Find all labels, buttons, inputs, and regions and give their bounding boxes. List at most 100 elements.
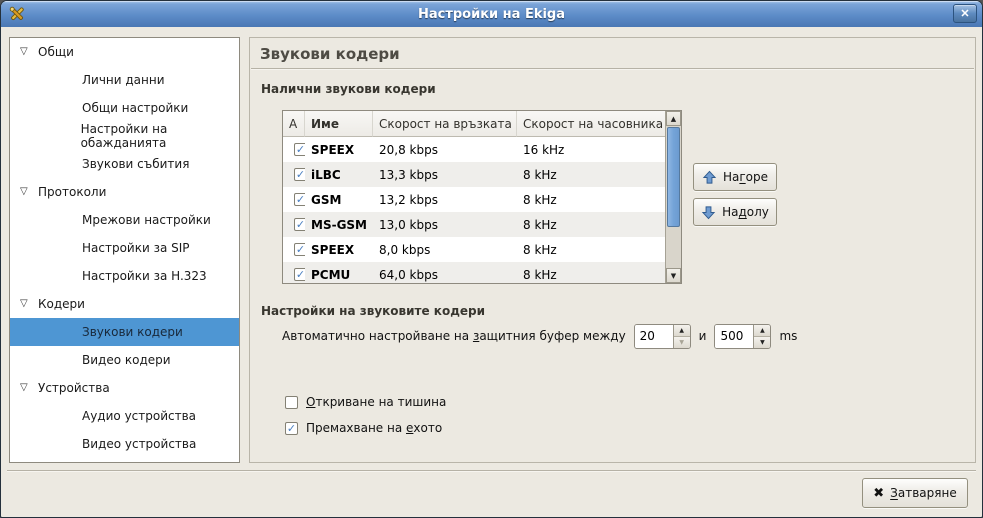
jitter-unit-label: ms [779, 329, 797, 343]
silence-detection-checkbox[interactable] [285, 396, 298, 409]
sidebar-item[interactable]: Звукови кодери [10, 318, 239, 346]
sidebar-item[interactable]: Видео кодери [10, 346, 239, 374]
table-scrollbar[interactable]: ▲ ▼ [665, 111, 681, 283]
codec-enabled-checkbox[interactable] [294, 218, 305, 231]
jitter-buffer-row: Автоматично настройване на защитния буфе… [282, 323, 797, 349]
sidebar-item-label: Общи [38, 45, 74, 59]
move-down-label: Надолу [722, 205, 769, 219]
sidebar-item-label: Кодери [38, 297, 85, 311]
move-up-label: Нагоре [723, 170, 768, 184]
sidebar-item[interactable]: ▽ Общи [10, 38, 239, 66]
column-header-clock[interactable]: Скорост на часовника [517, 111, 665, 137]
preferences-window: Настройки на Ekiga ✕ ▽ Общи Лични данни … [0, 0, 983, 518]
up-arrow-icon [702, 170, 717, 185]
echo-cancellation-checkbox-row[interactable]: Премахване на ехото [285, 421, 442, 435]
codec-table-row[interactable]: MS-GSM 13,0 kbps 8 kHz [283, 212, 681, 237]
close-x-icon: ✖ [873, 486, 884, 501]
codec-clock-rate: 16 kHz [517, 143, 665, 157]
move-down-button[interactable]: Надолу [693, 198, 777, 226]
expander-triangle-icon[interactable]: ▽ [20, 187, 34, 197]
column-header-name[interactable]: Име [305, 111, 373, 137]
codec-name: SPEEX [305, 243, 373, 257]
codec-clock-rate: 8 kHz [517, 243, 665, 257]
sidebar-item-label: Устройства [38, 381, 110, 395]
codec-name: iLBC [305, 168, 373, 182]
codec-table-row[interactable]: iLBC 13,3 kbps 8 kHz [283, 162, 681, 187]
expander-triangle-icon[interactable]: ▽ [20, 47, 34, 57]
silence-detection-label: Откриване на тишина [306, 395, 446, 409]
sidebar-item-label: Аудио устройства [82, 409, 196, 423]
close-button[interactable]: ✖ Затваряне [862, 478, 968, 508]
sidebar-item[interactable]: ▽ Кодери [10, 290, 239, 318]
echo-cancellation-checkbox[interactable] [285, 422, 298, 435]
sidebar-item[interactable]: Звукови събития [10, 150, 239, 178]
codec-bitrate: 13,3 kbps [373, 168, 517, 182]
jitter-min-input[interactable] [635, 325, 673, 348]
codec-enabled-checkbox[interactable] [294, 268, 305, 281]
jitter-max-up-icon[interactable]: ▲ [754, 325, 770, 337]
page-title: Звукови кодери [260, 45, 400, 63]
column-header-bitrate[interactable]: Скорост на връзката [373, 111, 517, 137]
codec-bitrate: 64,0 kbps [373, 268, 517, 282]
codec-enabled-checkbox[interactable] [294, 193, 305, 206]
sidebar-item[interactable]: Видео устройства [10, 430, 239, 458]
footer-separator [7, 470, 976, 472]
jitter-min-down-icon[interactable]: ▼ [674, 337, 690, 348]
codec-clock-rate: 8 kHz [517, 193, 665, 207]
scrollbar-thumb[interactable] [667, 127, 680, 227]
scrollbar-up-icon[interactable]: ▲ [666, 111, 681, 126]
sidebar-item[interactable]: Лични данни [10, 66, 239, 94]
jitter-max-down-icon[interactable]: ▼ [754, 337, 770, 348]
sidebar-item-label: Настройки на обажданията [81, 122, 239, 150]
codec-table-row[interactable]: PCMU 64,0 kbps 8 kHz [283, 262, 681, 284]
jitter-and-label: и [699, 329, 707, 343]
codec-name: SPEEX [305, 143, 373, 157]
codec-clock-rate: 8 kHz [517, 218, 665, 232]
codec-table-header: AИмеСкорост на връзкатаСкорост на часовн… [283, 111, 681, 137]
sidebar-item[interactable]: Настройки на обажданията [10, 122, 239, 150]
close-button-label: Затваряне [890, 486, 957, 500]
titlebar[interactable]: Настройки на Ekiga ✕ [1, 1, 982, 27]
expander-triangle-icon[interactable]: ▽ [20, 299, 34, 309]
codec-bitrate: 13,0 kbps [373, 218, 517, 232]
sidebar-item-label: Видео кодери [82, 353, 171, 367]
jitter-min-up-icon[interactable]: ▲ [674, 325, 690, 337]
sidebar-item-label: Настройки за SIP [82, 241, 190, 255]
codec-table-row[interactable]: SPEEX 20,8 kbps 16 kHz [283, 137, 681, 162]
down-arrow-icon [701, 205, 716, 220]
window-close-button[interactable]: ✕ [953, 4, 977, 23]
codec-enabled-checkbox[interactable] [294, 168, 305, 181]
sidebar-item-label: Звукови събития [82, 157, 189, 171]
title-separator [251, 68, 974, 70]
sidebar-item[interactable]: Мрежови настройки [10, 206, 239, 234]
preferences-sidebar: ▽ Общи Лични данни Общи настройки Настро… [9, 37, 240, 463]
scrollbar-down-icon[interactable]: ▼ [666, 268, 681, 283]
column-header-active[interactable]: A [283, 111, 305, 137]
section-codec-settings: Настройки на звуковите кодери [261, 304, 485, 318]
sidebar-item-label: Протоколи [38, 185, 106, 199]
codec-clock-rate: 8 kHz [517, 268, 665, 282]
codec-enabled-checkbox[interactable] [294, 143, 305, 156]
codec-bitrate: 20,8 kbps [373, 143, 517, 157]
codec-clock-rate: 8 kHz [517, 168, 665, 182]
sidebar-item-label: Лични данни [82, 73, 165, 87]
sidebar-item[interactable]: Общи настройки [10, 94, 239, 122]
move-up-button[interactable]: Нагоре [693, 163, 777, 191]
codec-enabled-checkbox[interactable] [294, 243, 305, 256]
codec-name: MS-GSM [305, 218, 373, 232]
sidebar-item[interactable]: ▽ Устройства [10, 374, 239, 402]
sidebar-item[interactable]: Настройки за SIP [10, 234, 239, 262]
section-available-codecs: Налични звукови кодери [261, 82, 436, 96]
sidebar-item[interactable]: Аудио устройства [10, 402, 239, 430]
sidebar-item-label: Настройки за H.323 [82, 269, 207, 283]
sidebar-item[interactable]: ▽ Протоколи [10, 178, 239, 206]
sidebar-item-label: Видео устройства [82, 437, 196, 451]
sidebar-item-label: Общи настройки [82, 101, 188, 115]
jitter-max-input[interactable] [715, 325, 753, 348]
silence-detection-checkbox-row[interactable]: Откриване на тишина [285, 395, 446, 409]
jitter-buffer-label: Автоматично настройване на защитния буфе… [282, 329, 626, 343]
sidebar-item[interactable]: Настройки за H.323 [10, 262, 239, 290]
expander-triangle-icon[interactable]: ▽ [20, 383, 34, 393]
codec-table-row[interactable]: SPEEX 8,0 kbps 8 kHz [283, 237, 681, 262]
codec-table-row[interactable]: GSM 13,2 kbps 8 kHz [283, 187, 681, 212]
